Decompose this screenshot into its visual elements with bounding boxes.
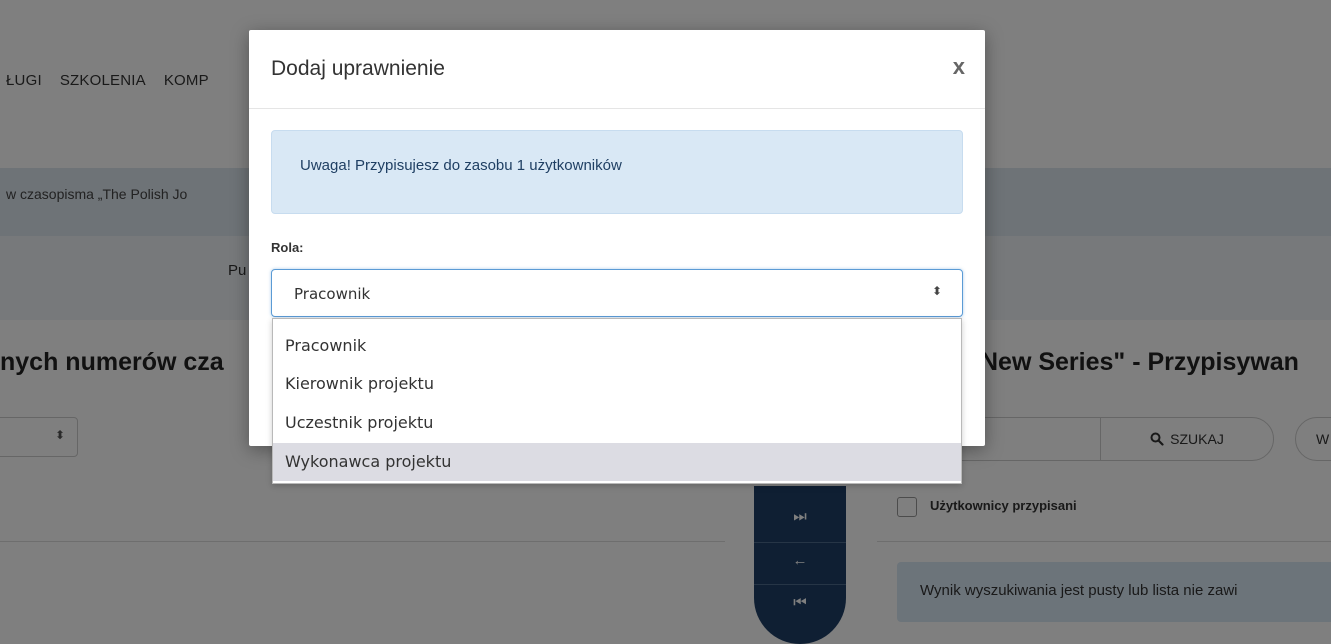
- warning-alert-text: Uwaga! Przypisujesz do zasobu 1 użytkown…: [300, 157, 622, 174]
- role-option-wykonawca-projektu[interactable]: Wykonawca projektu: [273, 443, 961, 481]
- role-select-value: Pracownik: [294, 285, 371, 303]
- role-option-pracownik[interactable]: Pracownik: [273, 327, 961, 365]
- role-option-kierownik-projektu[interactable]: Kierownik projektu: [273, 365, 961, 403]
- role-dropdown-list: Pracownik Kierownik projektu Uczestnik p…: [272, 318, 962, 484]
- close-icon[interactable]: x: [953, 56, 965, 78]
- modal-title: Dodaj uprawnienie: [271, 57, 445, 80]
- role-label: Rola:: [271, 240, 304, 255]
- select-arrows-icon: ⬍: [931, 284, 942, 298]
- warning-alert: Uwaga! Przypisujesz do zasobu 1 użytkown…: [271, 130, 963, 214]
- role-option-uczestnik-projektu[interactable]: Uczestnik projektu: [273, 404, 961, 442]
- modal-header-divider: [249, 108, 985, 109]
- role-select[interactable]: Pracownik ⬍: [271, 269, 963, 317]
